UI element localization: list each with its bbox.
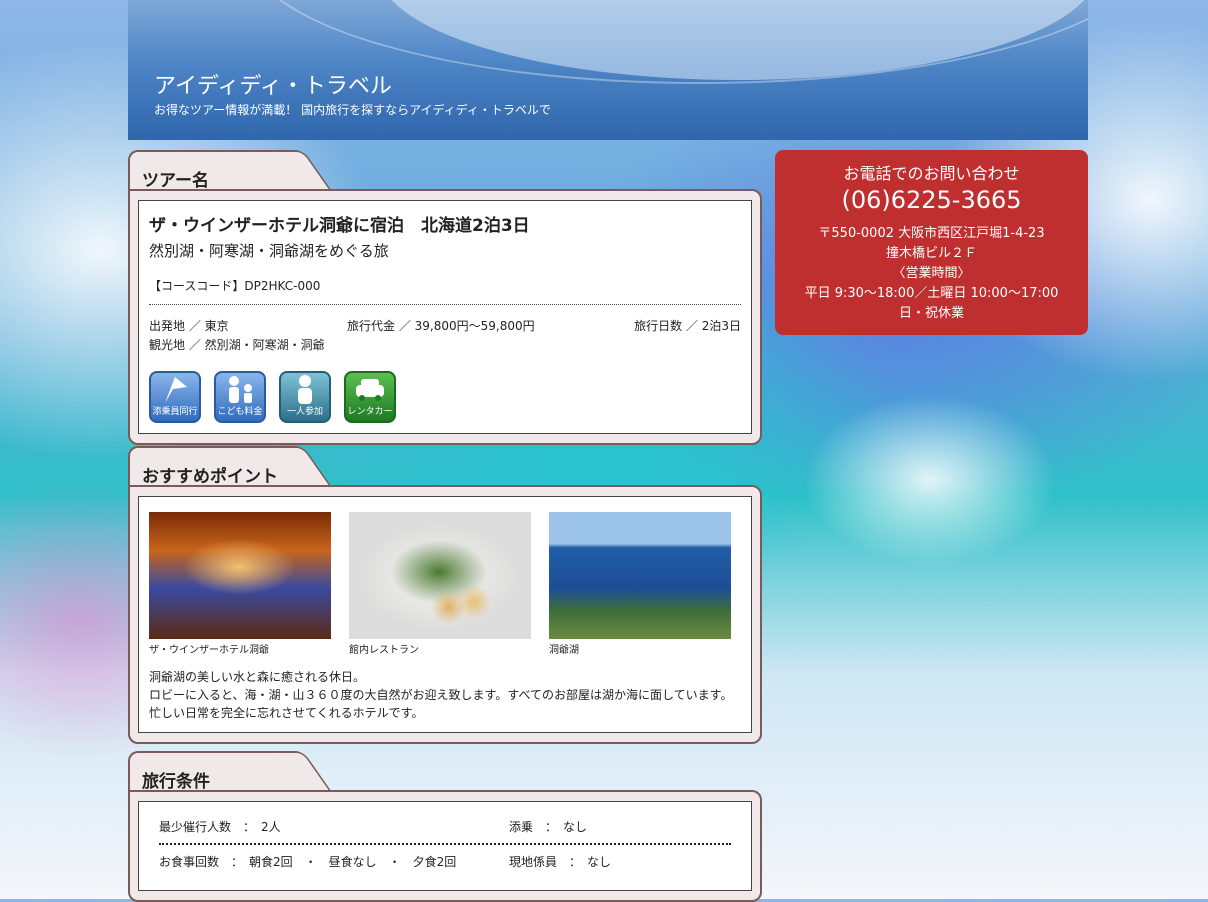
conditions-panel: 旅行条件 最少催行人数 ： 2人 添乗 ： なし お食事回数 ： 朝食2回 ・ … xyxy=(128,751,762,902)
hours-label: 〈営業時間〉 xyxy=(892,266,971,281)
sightseeing-info: 観光地 ／ 然別湖・阿寒湖・洞爺 xyxy=(149,338,325,352)
closed-days: 日・祝休業 xyxy=(898,306,964,321)
family-icon-label: こども料金 xyxy=(217,407,263,417)
site-title[interactable]: アイディディ・トラベル xyxy=(154,68,392,100)
person-icon: 一人参加 xyxy=(279,371,331,423)
address-line: 〒550-0002 大阪市西区江戸堀1-4-23 xyxy=(818,226,1045,241)
family-icon: こども料金 xyxy=(214,371,266,423)
site-subtitle: お得なツアー情報が満載！ 国内旅行を探すならアイディディ・トラベルで xyxy=(154,103,551,117)
recommend-frame: ザ・ウインザーホテル洞爺 館内レストラン 洞爺湖 洞爺湖の美しい水と森に癒される… xyxy=(128,485,762,744)
conditions-row: お食事回数 ： 朝食2回 ・ 昼食なし ・ 夕食2回 現地係員 ： なし xyxy=(159,845,731,878)
dotted-divider xyxy=(149,304,741,305)
conditions-row: 最少催行人数 ： 2人 添乗 ： なし xyxy=(159,810,731,843)
recommend-box: ザ・ウインザーホテル洞爺 館内レストラン 洞爺湖 洞爺湖の美しい水と森に癒される… xyxy=(138,496,752,733)
conditions-frame: 最少催行人数 ： 2人 添乗 ： なし お食事回数 ： 朝食2回 ・ 昼食なし … xyxy=(128,790,762,902)
min-participants: 最少催行人数 ： 2人 xyxy=(159,820,281,834)
recommend-description: 洞爺湖の美しい水と森に癒される休日。 ロビーに入ると、海・湖・山３６０度の大自然… xyxy=(139,656,751,732)
contact-phone[interactable]: (06)6225-3665 xyxy=(775,186,1088,214)
contact-box: お電話でのお問い合わせ (06)6225-3665 〒550-0002 大阪市西… xyxy=(775,150,1088,335)
description-line: ロビーに入ると、海・湖・山３６０度の大自然がお迎え致します。すべてのお部屋は湖か… xyxy=(149,688,733,702)
photo-lake: 洞爺湖 xyxy=(549,512,731,656)
site-header: アイディディ・トラベル お得なツアー情報が満載！ 国内旅行を探すならアイディディ… xyxy=(128,0,1088,140)
recommend-tab: おすすめポイント xyxy=(128,446,302,487)
business-hours: 平日 9:30〜18:00／土曜日 10:00〜17:00 xyxy=(804,286,1059,301)
days-info: 旅行日数 ／ 2泊3日 xyxy=(634,319,741,333)
description-line: 洞爺湖の美しい水と森に癒される休日。 xyxy=(149,670,366,684)
tour-name-tab-label: ツアー名 xyxy=(142,171,209,191)
address-line: 撞木橋ビル２Ｆ xyxy=(885,246,977,261)
tour-name-box: ザ・ウインザーホテル洞爺に宿泊 北海道2泊3日 然別湖・阿寒湖・洞爺湖をめぐる旅… xyxy=(138,200,752,434)
photo-caption: ザ・ウインザーホテル洞爺 xyxy=(149,645,269,656)
description-line: 忙しい日常を完全に忘れさせてくれるホテルです。 xyxy=(149,706,424,720)
photo-caption: 館内レストラン xyxy=(349,645,419,656)
car-icon-label: レンタカー xyxy=(347,407,393,417)
local-staff: 現地係員 ： なし xyxy=(509,855,612,869)
feature-icons: 添乗員同行 こども料金 一人参加 レンタカー xyxy=(149,355,741,433)
photo-restaurant: 館内レストラン xyxy=(349,512,531,656)
price-info: 旅行代金 ／ 39,800円〜59,800円 xyxy=(347,319,535,333)
lake-toya-image xyxy=(549,512,731,639)
flag-icon: 添乗員同行 xyxy=(149,371,201,423)
course-code: 【コースコード】DP2HKC-000 xyxy=(149,279,321,293)
photo-hotel: ザ・ウインザーホテル洞爺 xyxy=(149,512,331,656)
meal-count: お食事回数 ： 朝食2回 ・ 昼食なし ・ 夕食2回 xyxy=(159,855,457,869)
contact-address: 〒550-0002 大阪市西区江戸堀1-4-23 撞木橋ビル２Ｆ 〈営業時間〉 … xyxy=(775,224,1088,324)
recommend-tab-label: おすすめポイント xyxy=(142,467,278,487)
conditions-tab: 旅行条件 xyxy=(128,751,302,792)
flag-icon-label: 添乗員同行 xyxy=(152,407,198,417)
departure-info: 出発地 ／ 東京 xyxy=(149,319,229,333)
contact-heading: お電話でのお問い合わせ xyxy=(843,164,1020,183)
tour-subtitle: 然別湖・阿寒湖・洞爺湖をめぐる旅 xyxy=(149,242,389,260)
conditions-box: 最少催行人数 ： 2人 添乗 ： なし お食事回数 ： 朝食2回 ・ 昼食なし … xyxy=(138,801,752,891)
tour-name-panel: ツアー名 ザ・ウインザーホテル洞爺に宿泊 北海道2泊3日 然別湖・阿寒湖・洞爺湖… xyxy=(128,150,762,445)
tour-title: ザ・ウインザーホテル洞爺に宿泊 北海道2泊3日 xyxy=(149,216,530,236)
tour-name-tab: ツアー名 xyxy=(128,150,302,191)
car-icon: レンタカー xyxy=(344,371,396,423)
photo-caption: 洞爺湖 xyxy=(549,645,579,656)
conditions-tab-label: 旅行条件 xyxy=(142,772,210,792)
hotel-lobby-image xyxy=(149,512,331,639)
tour-conductor: 添乗 ： なし xyxy=(509,820,588,834)
person-icon-label: 一人参加 xyxy=(286,407,323,417)
restaurant-dish-image xyxy=(349,512,531,639)
recommend-panel: おすすめポイント ザ・ウインザーホテル洞爺 館内レストラン 洞爺湖 洞爺湖の美し… xyxy=(128,446,762,744)
tour-name-frame: ザ・ウインザーホテル洞爺に宿泊 北海道2泊3日 然別湖・阿寒湖・洞爺湖をめぐる旅… xyxy=(128,189,762,445)
